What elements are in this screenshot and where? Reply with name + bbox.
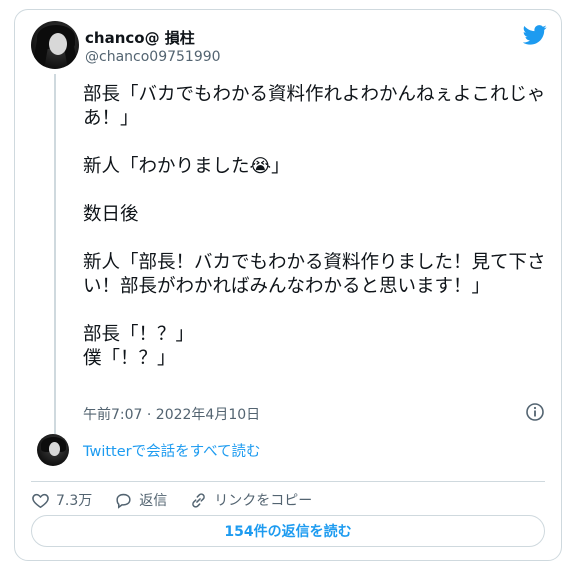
author-handle[interactable]: @chanco09751990 [85, 49, 221, 65]
info-icon[interactable] [525, 402, 545, 422]
like-button[interactable]: 7.3万 [31, 490, 92, 510]
crying-face-emoji: 😭 [249, 156, 272, 177]
copy-link-label: リンクをコピー [214, 493, 313, 509]
like-count: 7.3万 [56, 493, 93, 509]
author-avatar[interactable] [31, 21, 79, 69]
thread-line [54, 74, 56, 434]
author-small-avatar[interactable] [37, 434, 69, 466]
read-replies-button[interactable]: 154件の返信を読む [31, 515, 545, 547]
tweet-card: chanco@ 損柱 @chanco09751990 部長「バカでもわかる資料作… [14, 9, 562, 561]
reply-label: 返信 [139, 493, 168, 509]
tweet-text: 部長「バカでもわかる資料作れよわかんねぇよこれじゃあ！」 新人「わかりました😭」… [83, 83, 553, 371]
copy-link-button[interactable]: リンクをコピー [189, 490, 312, 510]
reply-button[interactable]: 返信 [114, 490, 167, 510]
heart-icon [32, 493, 49, 508]
tweet-text-part1: 部長「バカでもわかる資料作れよわかんねぇよこれじゃあ！」 新人「わかりました [83, 84, 546, 177]
divider [31, 481, 545, 482]
tweet-timestamp[interactable]: 午前7:07 · 2022年4月10日 [83, 404, 260, 424]
author-display-name[interactable]: chanco@ 損柱 [85, 27, 195, 48]
link-icon [192, 492, 206, 508]
reply-bubble-icon [116, 493, 131, 509]
twitter-bird-icon[interactable] [523, 25, 547, 45]
read-conversation-link[interactable]: Twitterで会話をすべて読む [83, 440, 261, 461]
action-bar: 7.3万 返信 リンクをコピー [31, 485, 334, 515]
tweet-text-part2: 」 数日後 新人「部長！バカでもわかる資料作りました！見て下さい！部長がわかれば… [83, 156, 546, 369]
